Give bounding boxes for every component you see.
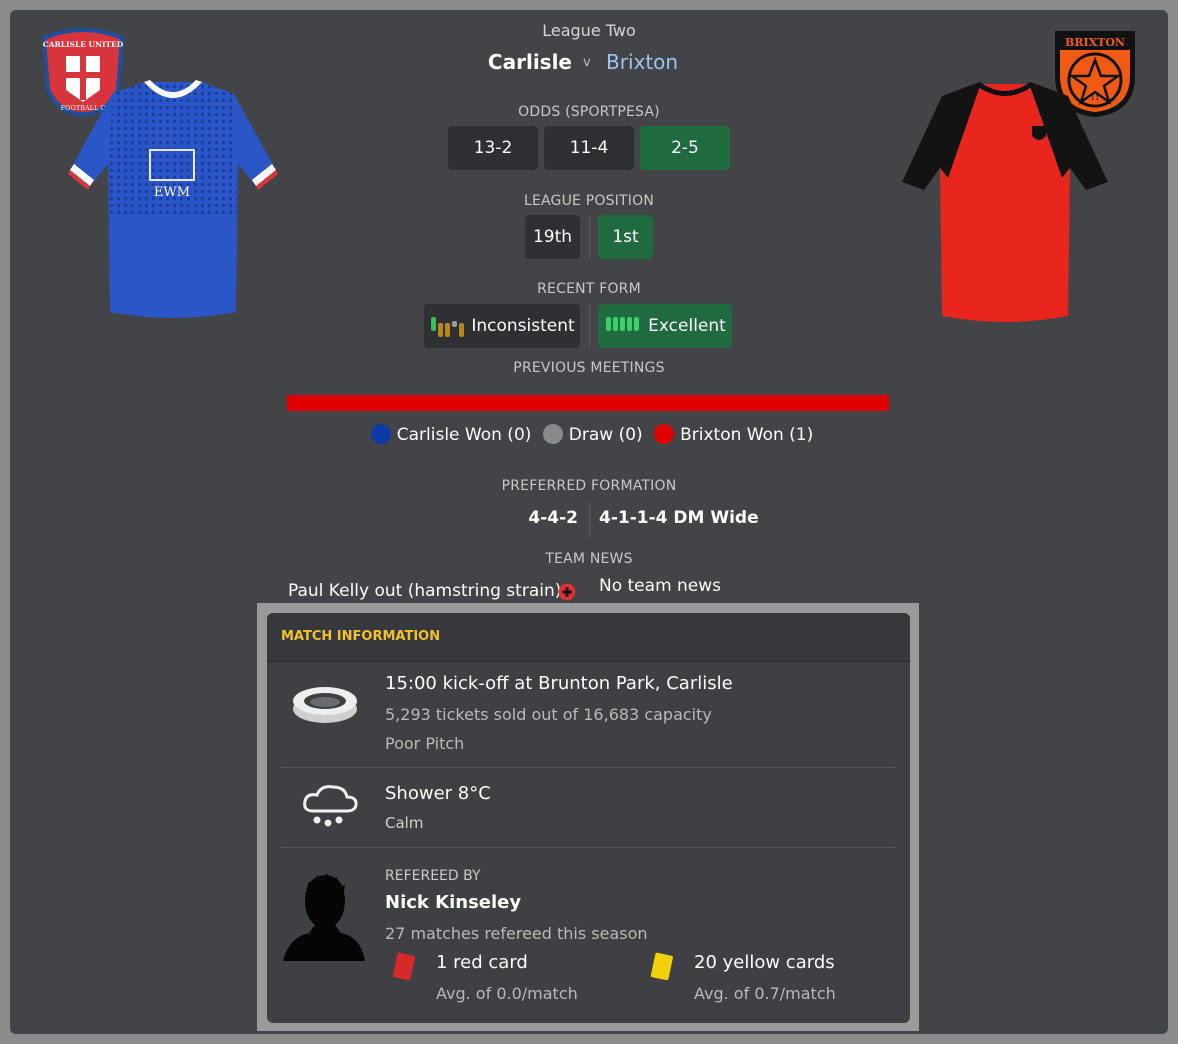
- wind-condition: Calm: [385, 814, 424, 832]
- team-news-label: TEAM NEWS: [545, 551, 633, 567]
- match-information-panel: MATCH INFORMATION 15:00 kick-off at Brun…: [267, 613, 910, 1023]
- formation-away: 4-1-1-4 DM Wide: [599, 508, 759, 528]
- home-won-dot: [370, 424, 391, 444]
- red-card-average: Avg. of 0.0/match: [436, 984, 578, 1003]
- league-position-label: LEAGUE POSITION: [523, 193, 655, 209]
- odds-draw[interactable]: 11-4: [544, 126, 634, 170]
- referee-games: 27 matches refereed this season: [385, 924, 648, 943]
- recent-form-away[interactable]: Excellent: [598, 304, 732, 348]
- yellow-card-average: Avg. of 0.7/match: [694, 984, 836, 1003]
- home-won-text: Carlisle Won (0): [396, 425, 532, 445]
- referee-name[interactable]: Nick Kinseley: [385, 892, 521, 913]
- red-card-count: 1 red card: [436, 952, 528, 973]
- previous-meetings-bar: [287, 395, 889, 411]
- draw-dot: [542, 424, 563, 444]
- odds-label: ODDS (SPORTPESA): [518, 104, 660, 120]
- league-position-home[interactable]: 19th: [525, 215, 580, 259]
- previous-meetings-bar-away: [287, 395, 889, 411]
- yellow-card-icon: [650, 952, 673, 981]
- league-position-away[interactable]: 1st: [598, 215, 653, 259]
- injury-icon[interactable]: [558, 583, 576, 601]
- form-divider: [589, 304, 590, 348]
- recent-form-home[interactable]: Inconsistent: [424, 304, 580, 348]
- form-bars-icon: [606, 317, 640, 331]
- preferred-formation-label: PREFERRED FORMATION: [501, 478, 677, 494]
- away-won-text: Brixton Won (1): [680, 425, 814, 445]
- ticket-sales: 5,293 tickets sold out of 16,683 capacit…: [385, 705, 712, 724]
- row-divider: [281, 847, 895, 848]
- weather-summary: Shower 8°C: [385, 783, 491, 804]
- recent-form-away-text: Excellent: [648, 316, 726, 336]
- previous-meetings-label: PREVIOUS MEETINGS: [513, 360, 665, 376]
- away-team-name[interactable]: Brixton: [606, 50, 678, 74]
- stadium-icon: [293, 687, 357, 723]
- formation-home: 4-4-2: [528, 508, 578, 528]
- pitch-condition: Poor Pitch: [385, 734, 465, 753]
- red-card-icon: [392, 952, 415, 981]
- formation-divider: [589, 502, 590, 538]
- draw-text: Draw (0): [568, 425, 643, 445]
- svg-text:CARLISLE UNITED: CARLISLE UNITED: [43, 40, 124, 49]
- match-information-header: MATCH INFORMATION: [267, 613, 910, 662]
- row-divider: [281, 767, 895, 768]
- rain-cloud-icon: [303, 785, 358, 827]
- previous-meetings-legend: Carlisle Won (0) Draw (0) Brixton Won (1…: [0, 424, 1178, 445]
- match-information-title: MATCH INFORMATION: [281, 629, 441, 644]
- position-divider: [589, 215, 590, 259]
- odds-home[interactable]: 13-2: [448, 126, 538, 170]
- versus-label: v: [583, 55, 591, 70]
- odds-away[interactable]: 2-5: [640, 126, 730, 170]
- competition-name[interactable]: League Two: [0, 21, 1178, 40]
- referee-silhouette: [283, 873, 365, 961]
- team-news-home[interactable]: Paul Kelly out (hamstring strain): [288, 581, 561, 601]
- yellow-card-count: 20 yellow cards: [694, 952, 835, 973]
- recent-form-label: RECENT FORM: [537, 281, 641, 297]
- form-bars-icon: [431, 317, 465, 337]
- kickoff-venue[interactable]: 15:00 kick-off at Brunton Park, Carlisle: [385, 673, 733, 694]
- home-team-name[interactable]: Carlisle: [488, 50, 572, 74]
- recent-form-home-text: Inconsistent: [471, 316, 575, 336]
- refereed-by-label: REFEREED BY: [385, 868, 481, 884]
- team-news-away: No team news: [599, 576, 722, 596]
- away-won-dot: [654, 424, 675, 444]
